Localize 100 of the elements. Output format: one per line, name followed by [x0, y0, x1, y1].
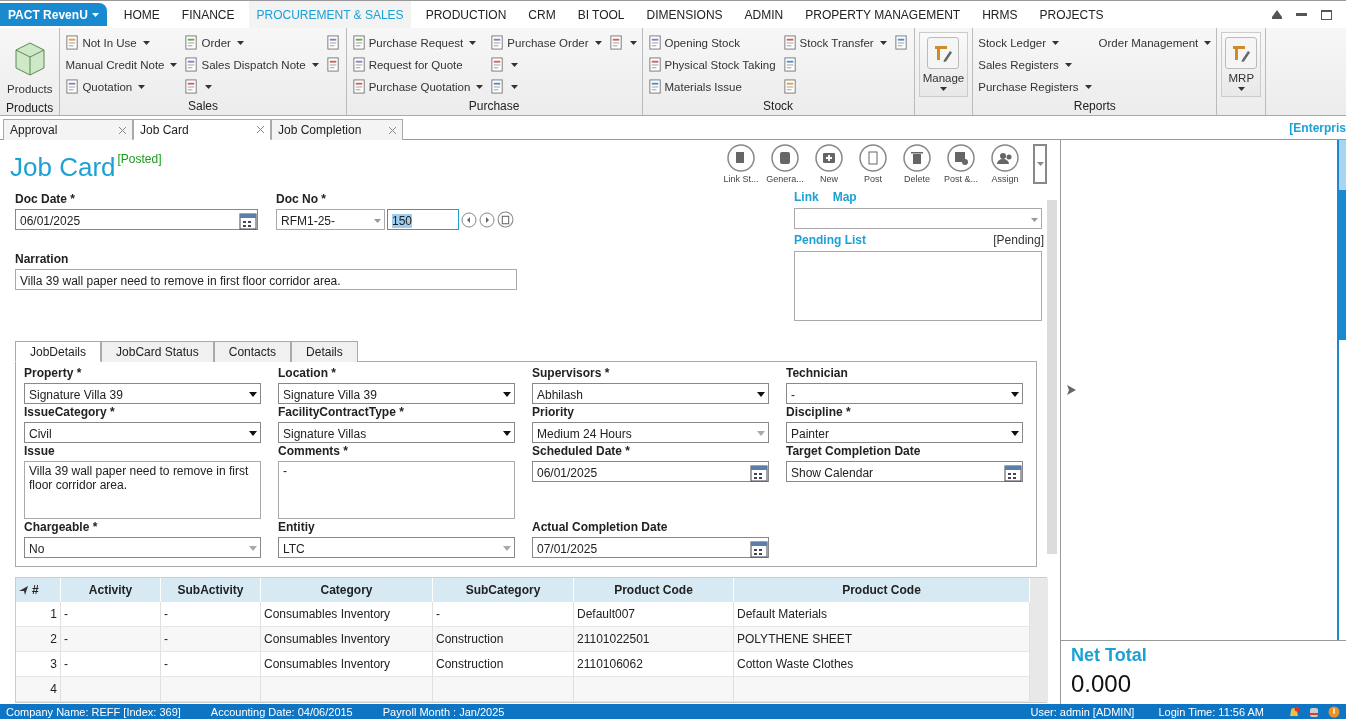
dropdown-field[interactable]: Signature Villas: [278, 422, 515, 443]
calculator-icon[interactable]: [497, 211, 514, 228]
toolbar-button[interactable]: New: [809, 144, 849, 184]
toolbar-button[interactable]: Assign: [985, 144, 1025, 184]
calendar-icon[interactable]: [750, 539, 768, 558]
net-total-value: 0.000: [1071, 670, 1133, 698]
next-icon[interactable]: [479, 211, 495, 228]
ribbon-button[interactable]: Quotation: [64, 77, 179, 96]
ribbon-button[interactable]: Not In Use: [64, 33, 179, 52]
caret-icon: [1084, 84, 1092, 89]
ribbon-button[interactable]: Stock Ledger: [977, 33, 1093, 52]
field-label: FacilityContractType *: [278, 405, 405, 419]
toolbar-button[interactable]: Link St...: [721, 144, 761, 184]
ribbon-button[interactable]: Purchase Registers: [977, 77, 1093, 96]
toolbar-button[interactable]: Genera...: [765, 144, 805, 184]
column-header[interactable]: Product Code: [734, 578, 1030, 602]
status-text: Company Name: REFF [Index: 369]: [6, 705, 181, 718]
date-field[interactable]: Show Calendar: [786, 461, 1023, 482]
document-icon: [351, 79, 367, 94]
side-tab[interactable]: [1337, 140, 1346, 640]
dropdown-field[interactable]: Signature Villa 39: [24, 383, 261, 404]
pin-icon[interactable]: [19, 585, 28, 595]
table-cell: Cotton Waste Clothes: [734, 652, 1030, 677]
database-icon[interactable]: [1308, 705, 1320, 718]
ribbon-button[interactable]: Physical Stock Taking: [646, 55, 777, 74]
ribbon-button[interactable]: Order Management: [1097, 33, 1213, 52]
table-cell: Default007: [574, 602, 734, 627]
field-label: Location *: [278, 366, 337, 380]
tab[interactable]: JobDetails: [15, 341, 102, 362]
toolbar-button[interactable]: Post: [853, 144, 893, 184]
document-tab[interactable]: Approval: [3, 119, 133, 140]
dropdown-field[interactable]: Civil: [24, 422, 261, 443]
tab[interactable]: Details: [291, 341, 358, 362]
ribbon-button[interactable]: Purchase Order: [489, 33, 603, 52]
table-cell: Consumables Inventory: [261, 652, 433, 677]
column-header[interactable]: Product Code: [574, 578, 734, 602]
date-field[interactable]: 07/01/2025: [532, 537, 769, 558]
user-icon: [991, 144, 1019, 172]
ribbon-button[interactable]: Request for Quote: [350, 55, 485, 74]
column-header[interactable]: Activity: [61, 578, 161, 602]
number-field[interactable]: 150: [387, 209, 459, 230]
app-menu-button[interactable]: PACT RevenU: [0, 3, 107, 26]
text-field[interactable]: Villa 39 wall paper need to remove in first floor corridor area.: [15, 269, 517, 290]
text-area[interactable]: Villa 39 wall paper need to remove in first floor corridor area.: [24, 461, 261, 519]
ribbon-button[interactable]: Stock Transfer: [781, 33, 888, 52]
calendar-icon[interactable]: [239, 211, 257, 230]
date-field[interactable]: 06/01/2025: [532, 461, 769, 482]
bell-icon[interactable]: [1288, 705, 1300, 718]
ribbon-button[interactable]: Purchase Quotation: [350, 77, 485, 96]
ribbon-button[interactable]: Products: [4, 32, 56, 99]
dropdown-field[interactable]: RFM1-25-: [276, 209, 385, 230]
ribbon-button[interactable]: Purchase Request: [350, 33, 485, 52]
pending-list-box[interactable]: [794, 251, 1042, 321]
document-tab[interactable]: Job Completion: [271, 119, 403, 140]
warning-icon[interactable]: [1328, 705, 1340, 718]
close-icon[interactable]: [119, 126, 126, 134]
ribbon-button[interactable]: Sales Registers: [977, 55, 1093, 74]
close-icon[interactable]: [389, 126, 396, 134]
document-icon: [647, 57, 663, 72]
maximize-icon[interactable]: [1321, 9, 1332, 20]
group-label: Sales: [187, 99, 220, 115]
calendar-icon[interactable]: [1004, 463, 1022, 482]
column-header[interactable]: Category: [261, 578, 433, 602]
column-header[interactable]: SubActivity: [161, 578, 261, 602]
close-icon[interactable]: [257, 126, 264, 133]
ribbon-button[interactable]: Materials Issue: [646, 77, 777, 96]
ribbon-button[interactable]: [607, 33, 638, 52]
ribbon-button[interactable]: Manual Credit Note: [64, 55, 179, 74]
ribbon-button[interactable]: [324, 55, 342, 74]
document-icon: [65, 35, 81, 50]
previous-icon[interactable]: [461, 211, 477, 228]
dropdown-field[interactable]: Abhilash: [532, 383, 769, 404]
ribbon-button[interactable]: MRP: [1221, 32, 1262, 97]
ribbon-button[interactable]: Opening Stock: [646, 33, 777, 52]
dropdown-field[interactable]: Signature Villa 39: [278, 383, 515, 404]
date-field[interactable]: 06/01/2025: [15, 209, 258, 230]
status-text: User: admin [ADMIN]: [1030, 705, 1135, 718]
ribbon-button[interactable]: [324, 33, 342, 52]
ribbon-button[interactable]: Order: [183, 33, 320, 52]
calendar-icon[interactable]: [750, 463, 768, 482]
scrollbar[interactable]: [1030, 578, 1048, 702]
dropdown-field[interactable]: [794, 208, 1042, 229]
tab[interactable]: JobCard Status: [101, 341, 214, 362]
toolbar-button[interactable]: Delete: [897, 144, 937, 184]
text-area[interactable]: -: [278, 461, 515, 519]
ribbon-button[interactable]: Manage: [918, 32, 969, 97]
toolbar-button[interactable]: Post &...: [941, 144, 981, 184]
tab[interactable]: Contacts: [213, 341, 292, 362]
dropdown-field[interactable]: -: [786, 383, 1023, 404]
column-header[interactable]: SubCategory: [433, 578, 574, 602]
more-button[interactable]: [1033, 144, 1047, 184]
expand-arrow-icon[interactable]: [1067, 385, 1076, 395]
collapse-icon[interactable]: [1272, 10, 1282, 19]
scrollbar[interactable]: [1047, 200, 1057, 554]
dropdown-field[interactable]: Painter: [786, 422, 1023, 443]
ribbon-button[interactable]: Sales Dispatch Note: [183, 55, 320, 74]
ribbon-button[interactable]: [892, 33, 910, 52]
document-tab[interactable]: Job Card: [133, 119, 271, 140]
document-icon: [184, 57, 200, 72]
column-header[interactable]: #: [16, 578, 61, 602]
